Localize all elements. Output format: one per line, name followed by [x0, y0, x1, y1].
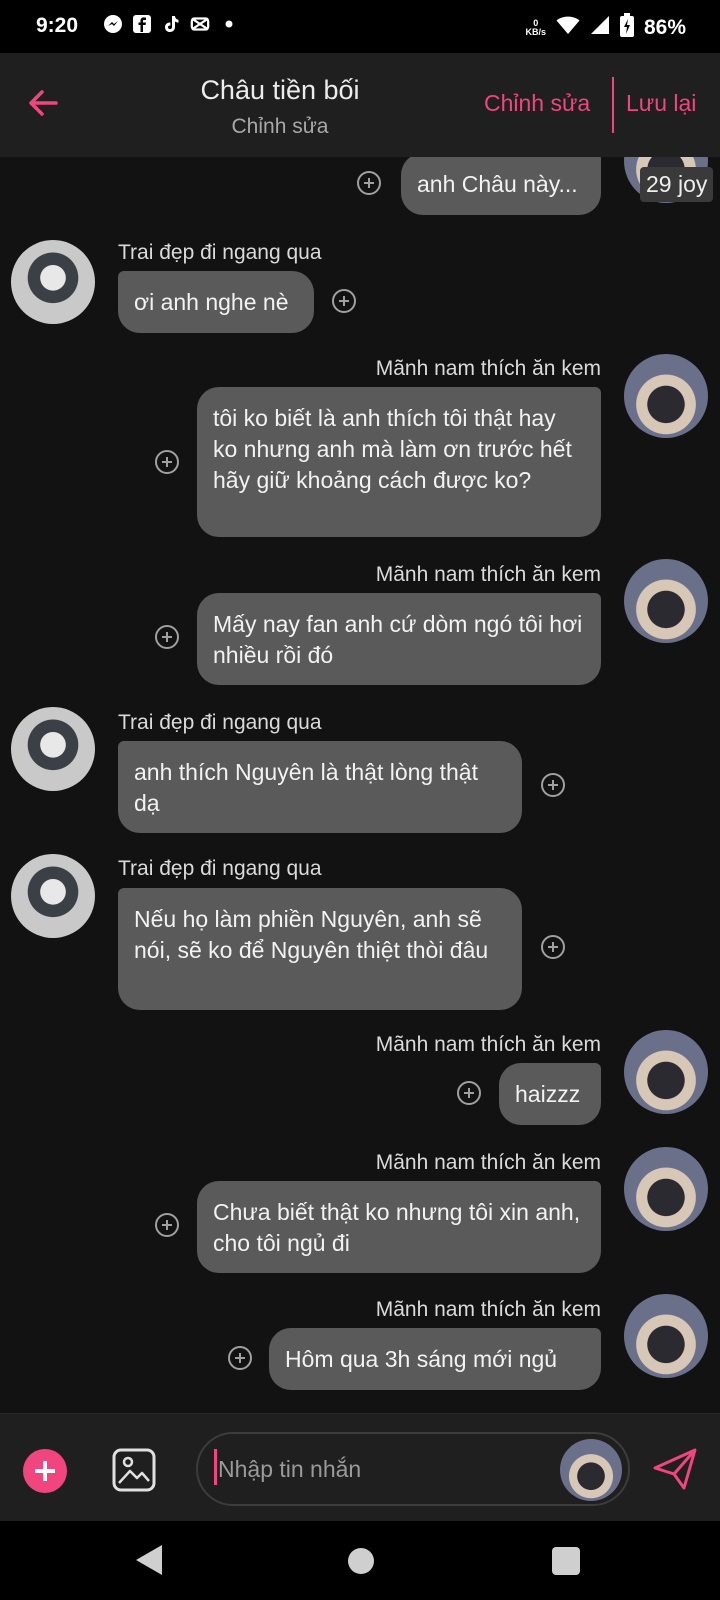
tiktok-icon: [161, 14, 181, 34]
avatar[interactable]: [624, 354, 708, 438]
chat-header: Châu tiền bối Chỉnh sửa Chỉnh sửa Lưu lạ…: [0, 53, 720, 157]
avatar[interactable]: [11, 854, 95, 938]
avatar[interactable]: [624, 559, 708, 643]
message-bubble[interactable]: ơi anh nghe nè: [118, 271, 314, 333]
avatar[interactable]: [624, 1147, 708, 1231]
send-icon: [653, 1448, 697, 1490]
add-button[interactable]: [23, 1449, 67, 1493]
status-time: 9:20: [36, 14, 79, 37]
add-reaction-icon[interactable]: [332, 289, 356, 313]
avatar[interactable]: [624, 1030, 708, 1114]
avatar[interactable]: [11, 240, 95, 324]
composer-bar: [0, 1413, 720, 1522]
text-cursor: [214, 1449, 217, 1485]
nav-home-icon[interactable]: [348, 1548, 374, 1574]
battery-percent: 86%: [643, 16, 686, 39]
status-bar: 9:20 0 KB/s 86%: [0, 0, 720, 53]
add-reaction-icon[interactable]: [457, 1081, 481, 1105]
page-subtitle: Chỉnh sửa: [231, 115, 329, 138]
message-bubble[interactable]: haizzz: [499, 1063, 601, 1125]
status-right: 0 KB/s 86%: [525, 13, 686, 43]
net-speed: 0 KB/s: [525, 19, 546, 37]
messenger-icon: [103, 14, 123, 34]
header-divider: [612, 77, 614, 133]
sender-name: Trai đẹp đi ngang qua: [118, 711, 322, 734]
joy-badge: 29 joy: [640, 167, 714, 202]
message-bubble[interactable]: Hôm qua 3h sáng mới ngủ: [269, 1328, 601, 1390]
notification-icons: [103, 14, 239, 34]
message-bubble[interactable]: Mấy nay fan anh cứ dòm ngó tôi hơi nhiều…: [197, 593, 601, 685]
signal-icon: [590, 15, 610, 41]
add-reaction-icon[interactable]: [155, 450, 179, 474]
page-title: Châu tiền bối: [200, 75, 360, 105]
message-bubble[interactable]: anh thích Nguyên là thật lòng thật dạ: [118, 741, 522, 833]
image-icon: [112, 1448, 156, 1492]
message-list[interactable]: 29 joy anh Châu này... Trai đẹp đi ngang…: [0, 157, 720, 1413]
character-avatar[interactable]: [560, 1439, 622, 1501]
add-reaction-icon[interactable]: [541, 773, 565, 797]
add-reaction-icon[interactable]: [155, 625, 179, 649]
sender-name: Mãnh nam thích ăn kem: [375, 1033, 601, 1056]
image-button[interactable]: [111, 1447, 157, 1493]
message-bubble[interactable]: anh Châu này...: [401, 157, 601, 215]
sender-name: Trai đẹp đi ngang qua: [118, 241, 322, 264]
add-reaction-icon[interactable]: [541, 935, 565, 959]
message-bubble[interactable]: Nếu họ làm phiền Nguyên, anh sẽ nói, sẽ …: [118, 888, 522, 1010]
avatar[interactable]: [624, 1294, 708, 1378]
capcut-icon: [190, 14, 210, 34]
add-reaction-icon[interactable]: [357, 171, 381, 195]
sender-name: Mãnh nam thích ăn kem: [375, 1298, 601, 1321]
add-reaction-icon[interactable]: [228, 1346, 252, 1370]
message-bubble[interactable]: tôi ko biết là anh thích tôi thật hay ko…: [197, 387, 601, 537]
sender-name: Mãnh nam thích ăn kem: [375, 357, 601, 380]
sender-name: Trai đẹp đi ngang qua: [118, 857, 322, 880]
edit-button[interactable]: Chỉnh sửa: [484, 90, 590, 117]
net-speed-unit: KB/s: [525, 27, 546, 37]
send-button[interactable]: [650, 1444, 700, 1494]
back-button[interactable]: [20, 79, 68, 127]
dot-icon: [219, 14, 239, 34]
back-arrow-icon: [29, 90, 58, 116]
battery-icon: [619, 13, 634, 43]
system-nav-bar: [0, 1521, 720, 1600]
avatar[interactable]: [11, 707, 95, 791]
nav-back-icon[interactable]: [136, 1545, 162, 1575]
wifi-icon: [556, 15, 580, 41]
message-bubble[interactable]: Chưa biết thật ko nhưng tôi xin anh, cho…: [197, 1181, 601, 1273]
sender-name: Mãnh nam thích ăn kem: [375, 1151, 601, 1174]
sender-name: Mãnh nam thích ăn kem: [375, 563, 601, 586]
nav-recents-icon[interactable]: [552, 1547, 580, 1575]
save-button[interactable]: Lưu lại: [626, 90, 696, 117]
add-reaction-icon[interactable]: [155, 1213, 179, 1237]
facebook-icon: [132, 14, 152, 34]
